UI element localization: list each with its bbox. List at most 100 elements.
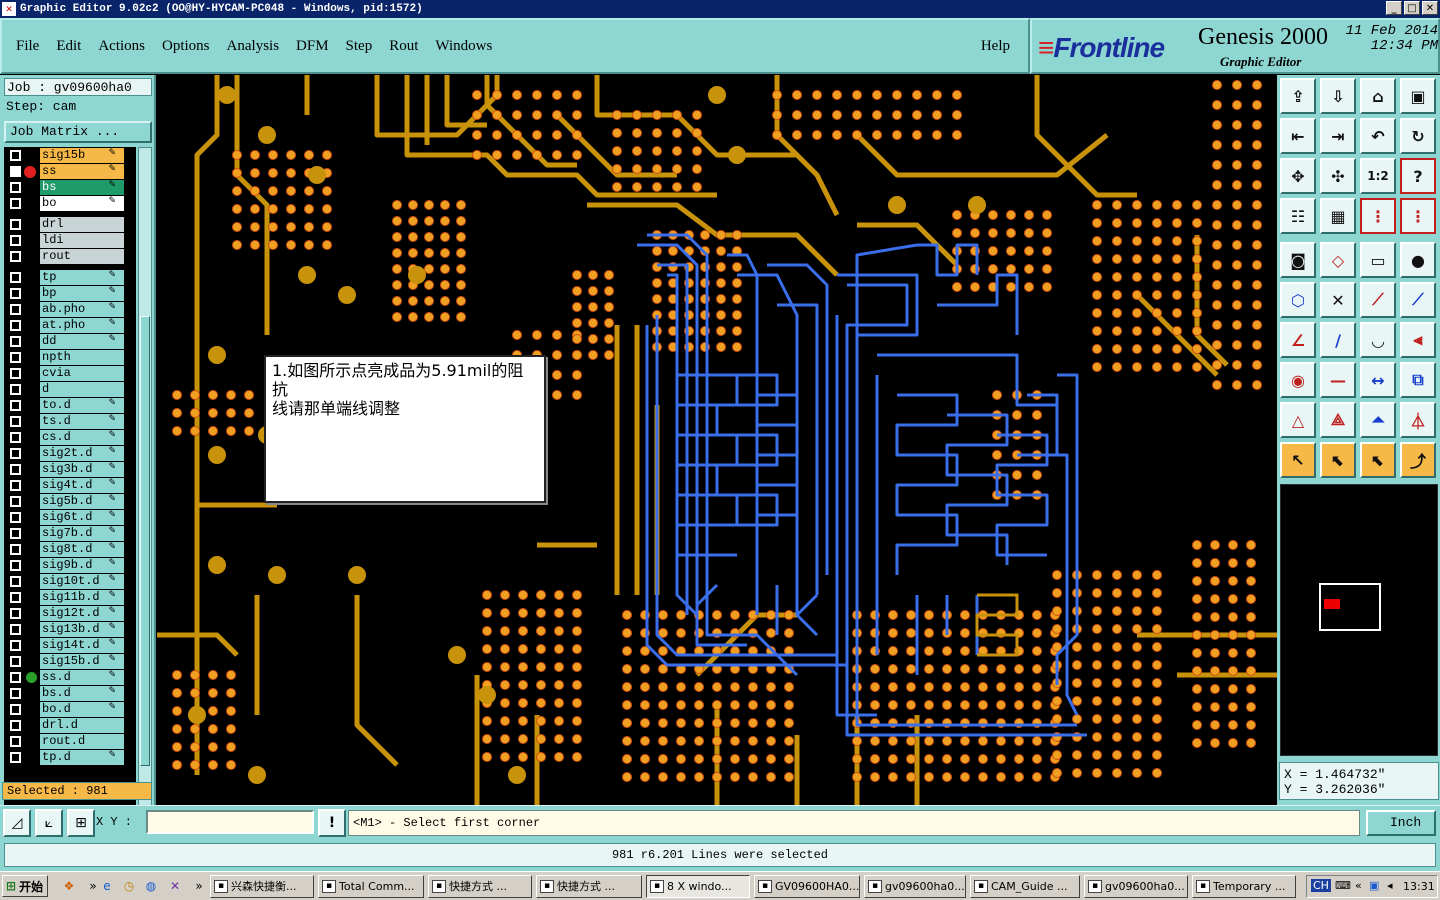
snap-center-icon[interactable]: ⋮ [1400,198,1436,234]
layer-name[interactable]: d [40,382,124,397]
triangle-alt-icon[interactable]: ⟁ [1320,402,1356,438]
layer-checkbox[interactable] [10,320,21,331]
layer-row[interactable]: sig7b.d ✎ [4,526,128,541]
layer-row[interactable]: sig10t.d ✎ [4,574,128,589]
layer-checkbox[interactable] [10,576,21,587]
layer-row[interactable]: sig15b ✎ [4,148,128,163]
layer-row[interactable]: sig2t.d ✎ [4,446,128,461]
overview-map[interactable] [1280,484,1438,756]
layer-checkbox[interactable] [10,480,21,491]
layer-name[interactable]: ss.d ✎ [40,670,124,685]
help-icon[interactable]: ? [1400,158,1436,194]
layer-checkbox[interactable] [10,592,21,603]
select-arrow-icon[interactable]: ↖ [1280,442,1316,478]
taskbar-item[interactable]: ▪ gv09600ha0... [1084,875,1188,898]
layer-checkbox[interactable] [10,448,21,459]
layer-checkbox[interactable] [10,704,21,715]
browser-icon[interactable]: ◍ [142,877,160,895]
connect-icon[interactable]: ⟋ [1360,282,1396,318]
layer-name[interactable]: sig5b.d ✎ [40,494,124,509]
layer-row[interactable]: ss.d ✎ [4,670,128,685]
zoom-in-icon[interactable]: ✥ [1280,158,1316,194]
measure-icon[interactable]: ↔ [1360,362,1396,398]
layer-row[interactable]: ab.pho ✎ [4,302,128,317]
layer-checkbox[interactable] [10,672,21,683]
layer-row[interactable]: drl [4,217,128,232]
layer-checkbox[interactable] [10,150,21,161]
layer-row[interactable]: to.d ✎ [4,398,128,413]
xy-input[interactable] [146,810,314,834]
layer-checkbox[interactable] [10,235,21,246]
layer-checkbox[interactable] [10,288,21,299]
draw-shape-icon[interactable]: ◇ [1320,242,1356,278]
open-step-icon[interactable]: ⇪ [1280,78,1316,114]
layer-row[interactable]: npth [4,350,128,365]
home-icon[interactable]: ⌂ [1360,78,1396,114]
layer-checkbox[interactable] [10,368,21,379]
more-icon[interactable]: » [190,877,208,895]
layer-row[interactable]: tp.d ✎ [4,750,128,765]
layer-checkbox[interactable] [10,384,21,395]
layer-checkbox[interactable] [10,608,21,619]
cross-icon[interactable]: ✕ [1320,282,1356,318]
quicklaunch-app-icon[interactable]: ❖ [60,877,78,895]
menu-dfm[interactable]: DFM [296,38,329,55]
layer-name[interactable]: rout [40,249,124,264]
layer-row[interactable]: at.pho ✎ [4,318,128,333]
camera-icon[interactable]: ◙ [1280,242,1316,278]
layer-checkbox[interactable] [10,736,21,747]
close-button[interactable]: ✕ [1422,1,1438,15]
layer-row[interactable]: ts.d ✎ [4,414,128,429]
layer-name[interactable]: sig14t.d ✎ [40,638,124,653]
layer-checkbox[interactable] [10,251,21,262]
arc-icon[interactable]: ◡ [1360,322,1396,358]
triangle-blue-icon[interactable]: ⏶ [1360,402,1396,438]
taskbar-item[interactable]: ▪ 8 X windo... [646,875,750,898]
snap-mode-icon[interactable]: ◿ [3,809,31,837]
layer-checkbox[interactable] [10,512,21,523]
tray-clock[interactable]: 13:31 [1403,880,1435,893]
pad-icon[interactable]: ● [1400,242,1436,278]
taskbar-item[interactable]: ▪ gv09600ha0... [864,875,966,898]
layer-checkbox[interactable] [10,656,21,667]
layer-row[interactable]: bp ✎ [4,286,128,301]
layer-name[interactable]: sig13b.d ✎ [40,622,124,637]
menu-help[interactable]: Help [981,38,1010,55]
layer-row[interactable]: rout [4,249,128,264]
layer-name[interactable]: sig15b.d ✎ [40,654,124,669]
layer-name[interactable]: ts.d ✎ [40,414,124,429]
layer-checkbox[interactable] [10,688,21,699]
layer-name[interactable]: drl.d [40,718,124,733]
layer-name[interactable]: bs.d ✎ [40,686,124,701]
layer-row[interactable]: sig12t.d ✎ [4,606,128,621]
layer-name[interactable]: bo.d ✎ [40,702,124,717]
layer-row[interactable]: sig3b.d ✎ [4,462,128,477]
scroll-thumb[interactable] [140,316,150,766]
layer-row[interactable]: drl.d [4,718,128,733]
layer-name[interactable]: at.pho ✎ [40,318,124,333]
graphic-canvas[interactable]: 1.如图所示点亮成品为5.91mil的阻抗 线请那单端线调整 [157,75,1277,805]
pad-move-icon[interactable]: ◉ [1280,362,1316,398]
palette-icon[interactable]: ☷ [1280,198,1316,234]
select-net-icon[interactable]: ⤴ [1400,442,1436,478]
layer-checkbox[interactable] [10,352,21,363]
taskbar-item[interactable]: ▪ Temporary ... [1192,875,1296,898]
layer-row[interactable]: sig14t.d ✎ [4,638,128,653]
menu-analysis[interactable]: Analysis [227,38,280,55]
angle-mode-icon[interactable]: ⟀ [35,809,63,837]
layer-checkbox[interactable] [10,272,21,283]
connect-alt-icon[interactable]: ⟋ [1400,282,1436,318]
layer-checkbox[interactable] [10,432,21,443]
snap-icon[interactable]: ⋮ [1360,198,1396,234]
layer-row[interactable]: sig9b.d ✎ [4,558,128,573]
layer-name[interactable]: drl [40,217,124,232]
grid-icon[interactable]: ▦ [1320,198,1356,234]
layer-checkbox[interactable] [10,560,21,571]
layer-row[interactable]: sig8t.d ✎ [4,542,128,557]
taskbar-item[interactable]: ▪ GV09600HA0... [754,875,860,898]
menu-actions[interactable]: Actions [98,38,145,55]
taskbar-item[interactable]: ▪ CAM_Guide ... [970,875,1080,898]
layer-row[interactable]: sig11b.d ✎ [4,590,128,605]
layer-row[interactable]: dd ✎ [4,334,128,349]
layer-checkbox[interactable] [10,336,21,347]
